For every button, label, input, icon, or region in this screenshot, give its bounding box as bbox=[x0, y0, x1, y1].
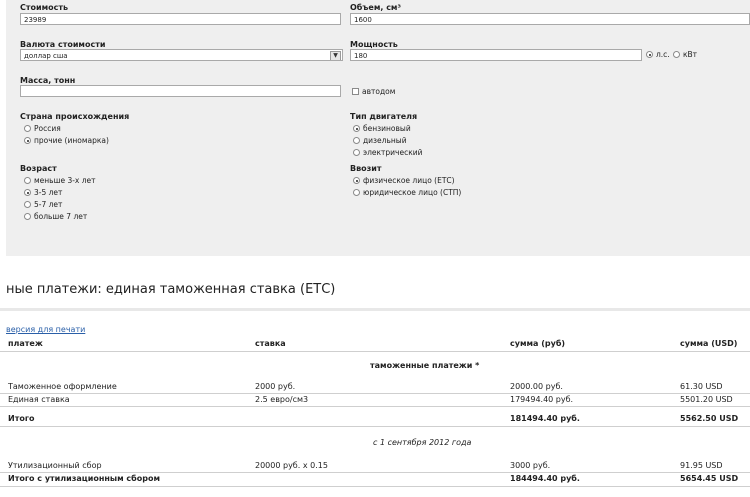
divider bbox=[0, 308, 750, 311]
power-unit-kw[interactable]: кВт bbox=[673, 50, 697, 59]
cost-label: Стоимость bbox=[20, 3, 69, 12]
section-customs: таможенные платежи * bbox=[370, 361, 480, 370]
table-row-name: Единая ставка bbox=[8, 395, 70, 404]
divider bbox=[0, 426, 750, 427]
importer-option-individual[interactable]: физическое лицо (ЕТС) bbox=[353, 176, 455, 185]
radio-icon[interactable] bbox=[353, 177, 360, 184]
calculator-form: Стоимость 23989 Объем, см³ 1600 Валюта с… bbox=[6, 0, 750, 256]
origin-option-label: прочие (иномарка) bbox=[34, 136, 109, 145]
age-option-3-5[interactable]: 3-5 лет bbox=[24, 188, 62, 197]
radio-icon[interactable] bbox=[24, 177, 31, 184]
mass-label: Масса, тонн bbox=[20, 76, 76, 85]
cost-input[interactable]: 23989 bbox=[20, 13, 341, 25]
print-version-link[interactable]: версия для печати bbox=[6, 325, 85, 334]
divider bbox=[0, 351, 750, 352]
recycling-rate: 20000 руб. x 0.15 bbox=[255, 461, 328, 470]
engine-option-label: электрический bbox=[363, 148, 423, 157]
radio-icon[interactable] bbox=[24, 213, 31, 220]
radio-icon[interactable] bbox=[24, 201, 31, 208]
power-unit-hp[interactable]: л.с. bbox=[646, 50, 670, 59]
age-option-label: меньше 3-х лет bbox=[34, 176, 96, 185]
origin-option-russia[interactable]: Россия bbox=[24, 124, 61, 133]
radio-icon[interactable] bbox=[353, 125, 360, 132]
col-header-usd: сумма (USD) bbox=[680, 339, 738, 348]
engine-option-label: дизельный bbox=[363, 136, 407, 145]
origin-option-label: Россия bbox=[34, 124, 61, 133]
table-row-rate: 2000 руб. bbox=[255, 382, 296, 391]
chevron-down-icon[interactable]: ▼ bbox=[330, 51, 341, 60]
age-option-under3[interactable]: меньше 3-х лет bbox=[24, 176, 96, 185]
recycling-rub: 3000 руб. bbox=[510, 461, 551, 470]
table-row-rub: 2000.00 руб. bbox=[510, 382, 563, 391]
total-recycling-rub: 184494.40 руб. bbox=[510, 474, 580, 483]
table-row-rate: 2.5 евро/см3 bbox=[255, 395, 309, 404]
engine-option-electric[interactable]: электрический bbox=[353, 148, 423, 157]
col-header-payment: платеж bbox=[8, 339, 43, 348]
col-header-rub: сумма (руб) bbox=[510, 339, 566, 348]
age-option-label: 5-7 лет bbox=[34, 200, 63, 209]
autohouse-checkbox[interactable]: автодом bbox=[352, 87, 395, 96]
volume-label: Объем, см³ bbox=[350, 3, 401, 12]
total-recycling-name: Итого с утилизационным сбором bbox=[8, 474, 161, 483]
engine-label: Тип двигателя bbox=[350, 112, 418, 121]
power-input[interactable]: 180 bbox=[350, 49, 642, 61]
origin-label: Страна происхождения bbox=[20, 112, 130, 121]
origin-option-foreign[interactable]: прочие (иномарка) bbox=[24, 136, 109, 145]
age-label: Возраст bbox=[20, 164, 57, 173]
recycling-usd: 91.95 USD bbox=[680, 461, 723, 470]
table-row-name: Таможенное оформление bbox=[8, 382, 117, 391]
volume-input[interactable]: 1600 bbox=[350, 13, 750, 25]
result-heading: ные платежи: единая таможенная ставка (Е… bbox=[6, 282, 336, 297]
total-recycling-usd: 5654.45 USD bbox=[680, 474, 739, 483]
importer-label: Ввозит bbox=[350, 164, 382, 173]
table-row-rub: 179494.40 руб. bbox=[510, 395, 574, 404]
power-label: Мощность bbox=[350, 40, 398, 49]
currency-select[interactable]: доллар сша ▼ bbox=[20, 49, 343, 61]
divider bbox=[0, 406, 750, 407]
age-option-label: больше 7 лет bbox=[34, 212, 88, 221]
radio-icon[interactable] bbox=[353, 189, 360, 196]
section-date: с 1 сентября 2012 года bbox=[373, 438, 472, 447]
recycling-name: Утилизационный сбор bbox=[8, 461, 102, 470]
engine-option-label: бензиновый bbox=[363, 124, 411, 133]
total-usd: 5562.50 USD bbox=[680, 414, 739, 423]
table-row-usd: 61.30 USD bbox=[680, 382, 723, 391]
importer-option-label: физическое лицо (ЕТС) bbox=[363, 176, 455, 185]
engine-option-diesel[interactable]: дизельный bbox=[353, 136, 407, 145]
radio-icon[interactable] bbox=[24, 125, 31, 132]
engine-option-petrol[interactable]: бензиновый bbox=[353, 124, 411, 133]
currency-selected-value: доллар сша bbox=[24, 52, 68, 60]
divider bbox=[0, 393, 750, 394]
age-option-over7[interactable]: больше 7 лет bbox=[24, 212, 87, 221]
age-option-5-7[interactable]: 5-7 лет bbox=[24, 200, 62, 209]
checkbox-icon[interactable] bbox=[352, 88, 359, 95]
radio-icon[interactable] bbox=[24, 189, 31, 196]
radio-icon[interactable] bbox=[646, 51, 653, 58]
radio-icon[interactable] bbox=[353, 137, 360, 144]
mass-input[interactable] bbox=[20, 85, 341, 97]
divider bbox=[0, 486, 750, 487]
power-unit-hp-label: л.с. bbox=[656, 50, 670, 59]
table-row-usd: 5501.20 USD bbox=[680, 395, 733, 404]
importer-option-label: юридическое лицо (СТП) bbox=[363, 188, 462, 197]
currency-label: Валюта стоимости bbox=[20, 40, 106, 49]
autohouse-label: автодом bbox=[362, 87, 396, 96]
radio-icon[interactable] bbox=[24, 137, 31, 144]
radio-icon[interactable] bbox=[353, 149, 360, 156]
total-rub: 181494.40 руб. bbox=[510, 414, 580, 423]
age-option-label: 3-5 лет bbox=[34, 188, 63, 197]
power-unit-kw-label: кВт bbox=[683, 50, 698, 59]
divider bbox=[0, 472, 750, 473]
radio-icon[interactable] bbox=[673, 51, 680, 58]
total-name: Итого bbox=[8, 414, 35, 423]
importer-option-legal[interactable]: юридическое лицо (СТП) bbox=[353, 188, 461, 197]
col-header-rate: ставка bbox=[255, 339, 286, 348]
